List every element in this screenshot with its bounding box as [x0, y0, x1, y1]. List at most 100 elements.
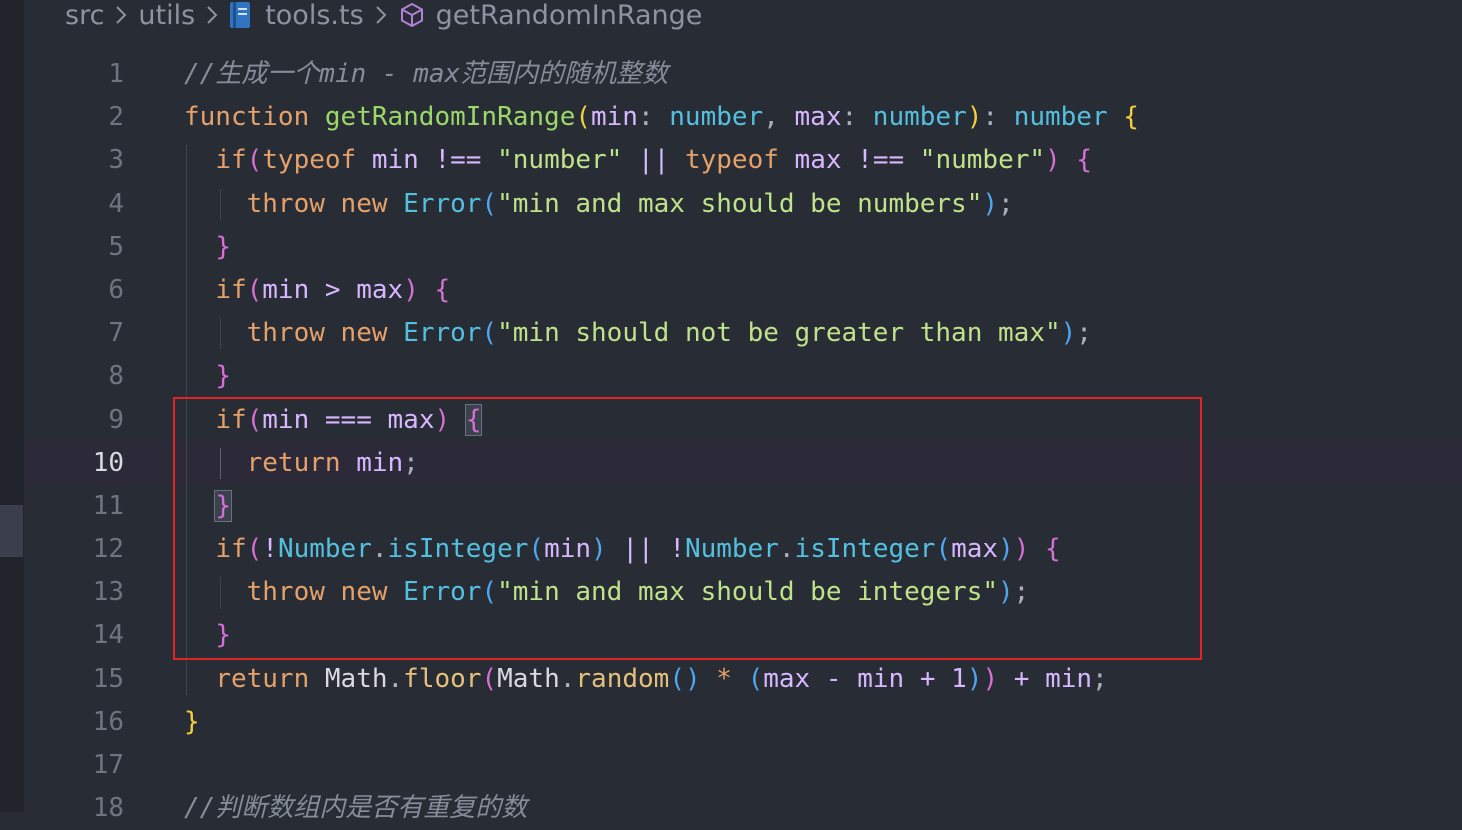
code-token: !: [262, 534, 278, 565]
scroll-marker: [0, 505, 23, 557]
code-token: Math: [497, 663, 560, 694]
code-token: (: [246, 274, 263, 305]
code-token: Error: [403, 577, 482, 608]
code-line[interactable]: 7 throw new Error("min should not be gre…: [24, 312, 1462, 355]
line-content: function getRandomInRange(min: number, m…: [184, 96, 1139, 139]
code-token: if: [215, 274, 247, 305]
code-token: ;: [1076, 318, 1092, 349]
code-line[interactable]: 8 }: [24, 355, 1462, 398]
code-token: ): [982, 663, 999, 694]
code-token: (): [669, 663, 701, 694]
code-token: min: [371, 145, 435, 176]
code-token: (: [481, 577, 498, 608]
code-token: ): [998, 577, 1014, 608]
code-line[interactable]: 12 if(!Number.isInteger(min) || !Number.…: [24, 528, 1462, 571]
breadcrumb-item-utils[interactable]: utils: [138, 0, 195, 31]
line-content: }: [184, 614, 231, 657]
code-token: -: [825, 663, 858, 694]
code-line[interactable]: 14 }: [24, 614, 1462, 657]
code-line[interactable]: 15 return Math.floor(Math.random() * (ma…: [24, 658, 1462, 701]
code-token: number: [669, 102, 764, 133]
code-token: Number: [277, 534, 372, 565]
code-token: ;: [1013, 577, 1030, 608]
code-line[interactable]: 9 if(min === max) {: [24, 399, 1462, 442]
code-token: Math: [324, 663, 388, 694]
code-line[interactable]: 18 //判断数组内是否有重复的数: [24, 787, 1462, 830]
code-token: ): [1013, 534, 1030, 565]
code-token: 1: [951, 663, 967, 694]
code-token: }: [184, 706, 200, 737]
code-token: (: [481, 188, 498, 219]
line-content: }: [184, 701, 200, 744]
code-line[interactable]: 5 }: [24, 226, 1462, 269]
code-token: min: [591, 102, 638, 133]
code-token: max: [356, 274, 404, 305]
line-number: 2: [108, 102, 124, 133]
breadcrumb: src utils tools.ts getRandomInRange: [65, 0, 702, 32]
code-token: min: [544, 534, 592, 565]
line-number: 15: [92, 663, 124, 694]
code-editor[interactable]: src utils tools.ts getRandomInRange 1 //…: [24, 0, 1462, 823]
code-token: max: [794, 145, 858, 176]
code-line[interactable]: 6 if(min > max) {: [24, 269, 1462, 312]
code-token: function: [184, 102, 325, 133]
code-token: new: [340, 188, 404, 219]
code-token: }: [215, 361, 231, 392]
line-content: if(typeof min !== "number" || typeof max…: [184, 139, 1092, 182]
code-token: ): [591, 534, 607, 565]
code-line[interactable]: 17: [24, 744, 1462, 787]
breadcrumb-item-src[interactable]: src: [65, 0, 104, 31]
code-token: ): [998, 534, 1014, 565]
code-token: >: [324, 274, 357, 305]
line-content: return min;: [184, 442, 419, 485]
code-token: number: [872, 102, 967, 133]
code-line[interactable]: 1 //生成一个min - max范围内的随机整数: [24, 53, 1462, 96]
code-line[interactable]: 3 if(typeof min !== "number" || typeof m…: [24, 139, 1462, 182]
chevron-right-icon: [374, 4, 388, 26]
code-line[interactable]: 2 function getRandomInRange(min: number, …: [24, 96, 1462, 139]
code-line[interactable]: 16}: [24, 701, 1462, 744]
code-token: min: [1045, 663, 1093, 694]
code-token: throw: [246, 577, 341, 608]
code-token: Error: [403, 188, 482, 219]
code-token: min: [262, 404, 325, 435]
code-token: if: [215, 145, 247, 176]
code-token: "min and max should be integers": [497, 577, 999, 608]
code-token: ): [982, 188, 999, 219]
code-lines[interactable]: 1 //生成一个min - max范围内的随机整数 2 function getRan…: [24, 53, 1462, 830]
breadcrumb-item-file[interactable]: tools.ts: [265, 0, 363, 31]
code-token: ): [966, 102, 983, 133]
chevron-right-icon: [114, 4, 128, 26]
code-token: "number": [497, 145, 638, 176]
indent-guide: [220, 447, 222, 479]
code-line[interactable]: 13 throw new Error("min and max should b…: [24, 571, 1462, 614]
code-token: return: [215, 663, 325, 694]
line-number: 18: [92, 793, 124, 824]
code-token: }: [214, 489, 232, 522]
code-token: *: [700, 663, 748, 694]
breadcrumb-item-symbol[interactable]: getRandomInRange: [436, 0, 703, 31]
code-line[interactable]: 4 throw new Error("min and max should be…: [24, 183, 1462, 226]
code-token: {: [1123, 102, 1139, 133]
code-token: min: [857, 663, 920, 694]
code-token: ): [1045, 145, 1061, 176]
code-token: new: [340, 318, 404, 349]
code-token: min: [356, 447, 404, 478]
line-content: if(!Number.isInteger(min) || !Number.isI…: [184, 528, 1060, 571]
line-content: //生成一个min - max范围内的随机整数: [184, 53, 668, 96]
symbol-function-icon: [398, 1, 426, 29]
code-token: {: [1076, 145, 1092, 176]
code-token: //生成一个min - max范围内的随机整数: [184, 59, 669, 89]
code-line[interactable]: 11 }: [24, 485, 1462, 528]
indent-guide: [186, 145, 187, 695]
code-token: .: [387, 663, 404, 694]
code-token: typeof: [262, 145, 372, 176]
code-line[interactable]: 10 return min;: [24, 441, 1462, 485]
